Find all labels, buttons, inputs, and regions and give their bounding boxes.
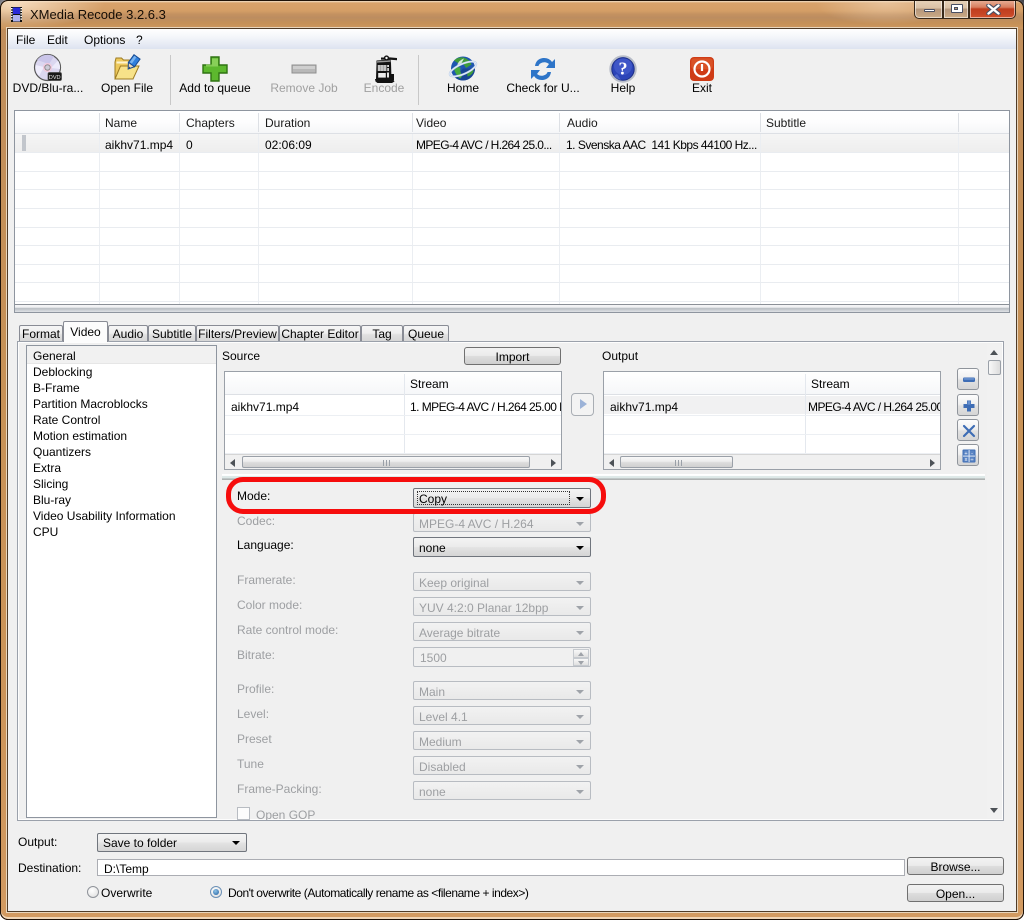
svg-text:x: x <box>965 457 968 463</box>
svg-text:-: - <box>971 451 973 457</box>
svg-text:+: + <box>964 451 967 457</box>
svg-text:?: ? <box>619 59 628 79</box>
svg-text:DVD: DVD <box>49 75 61 81</box>
svg-text:÷: ÷ <box>970 457 973 463</box>
